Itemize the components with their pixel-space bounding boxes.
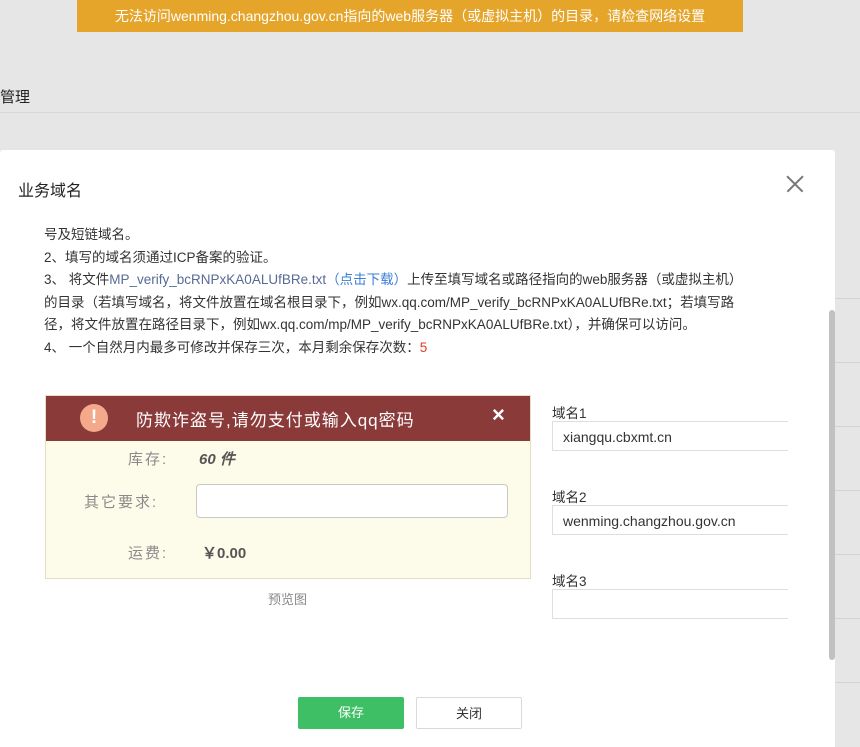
- background-table-edge: [835, 150, 860, 747]
- note-line: 2、填写的域名须通过ICP备案的验证。: [44, 249, 277, 265]
- close-button[interactable]: 关闭: [416, 697, 522, 729]
- stock-label: 库存:: [128, 451, 169, 468]
- stock-value: 60 件: [199, 451, 235, 468]
- shipping-value: ￥0.00: [202, 545, 247, 562]
- close-icon: ×: [492, 402, 505, 427]
- domain-input-2[interactable]: wenming.changzhou.gov.cn: [552, 505, 788, 535]
- preview-image: ! 防欺诈盗号,请勿支付或输入qq密码 × 库存: 60 件 其它要求: 运费:…: [45, 395, 531, 579]
- dialog-title: 业务域名: [18, 183, 83, 200]
- other-label: 其它要求:: [84, 494, 159, 511]
- file-name-link[interactable]: MP_verify_bcRNPxKA0ALUfBRe.txt: [109, 272, 326, 287]
- note-line: 径，将文件放置在路径目录下，例如wx.qq.com/mp/MP_verify_b…: [44, 317, 696, 332]
- note-line: 号及短链域名。: [44, 227, 139, 242]
- domain-label: 域名3: [552, 574, 587, 589]
- close-icon[interactable]: [785, 174, 805, 194]
- save-button[interactable]: 保存: [298, 697, 404, 729]
- domain-dialog: 业务域名 号及短链域名。 2、填写的域名须通过ICP备案的验证。 3、 将文件M…: [0, 150, 835, 747]
- instructions: 号及短链域名。 2、填写的域名须通过ICP备案的验证。 3、 将文件MP_ver…: [44, 224, 784, 359]
- preview-caption: 预览图: [268, 592, 308, 607]
- domain-input-1[interactable]: xiangqu.cbxmt.cn: [552, 421, 788, 451]
- warning-banner: 无法访问wenming.changzhou.gov.cn指向的web服务器（或虚…: [77, 0, 743, 32]
- remaining-count: 5: [419, 339, 428, 355]
- page-title: 管理: [0, 89, 31, 106]
- alert-icon: !: [80, 404, 108, 432]
- preview-warning-text: 防欺诈盗号,请勿支付或输入qq密码: [136, 411, 415, 430]
- download-link[interactable]: （点击下载）: [326, 272, 407, 287]
- note-line: 的目录（若填写域名，将文件放置在域名根目录下，例如wx.qq.com/MP_ve…: [44, 294, 735, 310]
- domain-input-3[interactable]: [552, 589, 788, 619]
- shipping-label: 运费:: [128, 545, 169, 562]
- note-line: 3、 将文件MP_verify_bcRNPxKA0ALUfBRe.txt（点击下…: [44, 272, 743, 287]
- preview-warning-banner: ! 防欺诈盗号,请勿支付或输入qq密码 ×: [46, 396, 530, 441]
- divider: [0, 112, 860, 113]
- scrollbar[interactable]: [829, 310, 835, 660]
- note-line: 4、 一个自然月内最多可修改并保存三次，本月剩余保存次数：5: [44, 339, 428, 355]
- domain-label: 域名2: [552, 490, 587, 505]
- other-input: [196, 484, 508, 518]
- domain-label: 域名1: [552, 406, 587, 421]
